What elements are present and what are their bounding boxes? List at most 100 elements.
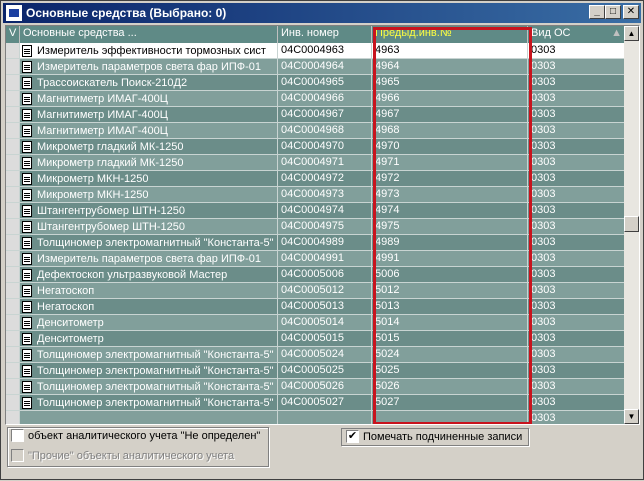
cell-inv[interactable]: 04C0004975 — [278, 219, 372, 235]
cell-vid[interactable]: 0303 — [528, 363, 626, 379]
table-row[interactable]: Микрометр гладкий МК-1250 04C0004970 4970 0… — [6, 139, 626, 155]
cell-vid[interactable]: 0303 — [528, 379, 626, 395]
row-select-cell[interactable] — [6, 267, 20, 283]
cell-prev-inv[interactable]: 4972 — [372, 171, 528, 187]
cell-vid[interactable]: 0303 — [528, 187, 626, 203]
row-select-cell[interactable] — [6, 171, 20, 187]
table-row[interactable]: Дефектоскоп ультразвуковой Мастер 04C0005… — [6, 267, 626, 283]
table-row[interactable]: Толщиномер электромагнитный "Константа-5… — [6, 379, 626, 395]
cell-name[interactable] — [20, 411, 278, 424]
vertical-scrollbar[interactable]: ▲ ▼ — [624, 26, 639, 424]
cell-prev-inv[interactable]: 5006 — [372, 267, 528, 283]
undefined-object-checkbox[interactable]: объект аналитического учета "Не определе… — [11, 429, 260, 442]
cell-prev-inv[interactable]: 4964 — [372, 59, 528, 75]
row-select-cell[interactable] — [6, 235, 20, 251]
cell-inv[interactable]: 04C0004991 — [278, 251, 372, 267]
table-row[interactable]: Штангентрубомер ШТН-1250 04C0004974 4974 03… — [6, 203, 626, 219]
cell-prev-inv[interactable]: 4966 — [372, 91, 528, 107]
column-header-name[interactable]: Основные средства ... — [20, 26, 278, 43]
scroll-down-button[interactable]: ▼ — [624, 409, 639, 424]
table-row[interactable]: Магнитиметр ИМАГ-400Ц 04C0004968 4968 0303 — [6, 123, 626, 139]
cell-name[interactable]: Магнитиметр ИМАГ-400Ц — [20, 123, 278, 139]
cell-inv[interactable]: 04C0004972 — [278, 171, 372, 187]
table-row[interactable]: Трассоискатель Поиск-210Д2 04C0004965 4965… — [6, 75, 626, 91]
checkbox-box[interactable] — [11, 429, 24, 442]
cell-vid[interactable]: 0303 — [528, 155, 626, 171]
table-row[interactable]: Толщиномер электромагнитный "Константа-5… — [6, 363, 626, 379]
row-select-cell[interactable] — [6, 75, 20, 91]
scroll-thumb[interactable] — [624, 216, 639, 232]
column-header-vid[interactable]: Вид ОС ▲ — [528, 26, 626, 43]
cell-name[interactable]: Микрометр гладкий МК-1250 — [20, 139, 278, 155]
cell-prev-inv[interactable]: 5024 — [372, 347, 528, 363]
close-button[interactable]: ✕ — [623, 5, 639, 19]
cell-prev-inv[interactable]: 4963 — [372, 43, 528, 59]
cell-inv[interactable]: 04C0004965 — [278, 75, 372, 91]
row-select-cell[interactable] — [6, 59, 20, 75]
cell-inv[interactable]: 04C0005024 — [278, 347, 372, 363]
cell-inv[interactable]: 04C0004966 — [278, 91, 372, 107]
maximize-button[interactable]: □ — [605, 5, 621, 19]
cell-name[interactable]: Микрометр гладкий МК-1250 — [20, 155, 278, 171]
cell-prev-inv[interactable]: 4968 — [372, 123, 528, 139]
cell-name[interactable]: Дефектоскоп ультразвуковой Мастер — [20, 267, 278, 283]
cell-vid[interactable]: 0303 — [528, 43, 626, 59]
row-select-cell[interactable] — [6, 139, 20, 155]
table-row[interactable]: Денситометр 04C0005015 5015 0303 — [6, 331, 626, 347]
cell-vid[interactable]: 0303 — [528, 235, 626, 251]
cell-name[interactable]: Магнитиметр ИМАГ-400Ц — [20, 107, 278, 123]
cell-inv[interactable]: 04C0005015 — [278, 331, 372, 347]
column-header-v[interactable]: V — [6, 26, 20, 43]
table-row[interactable]: Толщиномер электромагнитный "Константа-5… — [6, 235, 626, 251]
cell-inv[interactable]: 04C0004968 — [278, 123, 372, 139]
cell-inv[interactable]: 04C0005026 — [278, 379, 372, 395]
cell-prev-inv[interactable]: 5025 — [372, 363, 528, 379]
assets-grid[interactable]: V Основные средства ... Инв. номер Преды… — [5, 25, 640, 425]
cell-prev-inv[interactable]: 5013 — [372, 299, 528, 315]
row-select-cell[interactable] — [6, 43, 20, 59]
cell-name[interactable]: Денситометр — [20, 331, 278, 347]
cell-vid[interactable]: 0303 — [528, 395, 626, 411]
table-row[interactable]: Толщиномер электромагнитный "Константа-5… — [6, 395, 626, 411]
cell-name[interactable]: Толщиномер электромагнитный "Константа-5… — [20, 395, 278, 411]
cell-vid[interactable]: 0303 — [528, 267, 626, 283]
row-select-cell[interactable] — [6, 315, 20, 331]
row-select-cell[interactable] — [6, 123, 20, 139]
table-row[interactable]: Магнитиметр ИМАГ-400Ц 04C0004967 4967 0303 — [6, 107, 626, 123]
cell-vid[interactable]: 0303 — [528, 203, 626, 219]
minimize-button[interactable]: _ — [589, 5, 605, 19]
cell-inv[interactable] — [278, 411, 372, 424]
cell-name[interactable]: Негатоскоп — [20, 299, 278, 315]
table-row[interactable]: Микрометр МКН-1250 04C0004973 4973 0303 — [6, 187, 626, 203]
cell-vid[interactable]: 0303 — [528, 411, 626, 424]
cell-name[interactable]: Магнитиметр ИМАГ-400Ц — [20, 91, 278, 107]
cell-name[interactable]: Измеритель эффективности тормозных сист — [20, 43, 278, 59]
row-select-cell[interactable] — [6, 347, 20, 363]
row-select-cell[interactable] — [6, 395, 20, 411]
cell-prev-inv[interactable] — [372, 411, 528, 424]
cell-prev-inv[interactable]: 4970 — [372, 139, 528, 155]
cell-vid[interactable]: 0303 — [528, 59, 626, 75]
cell-vid[interactable]: 0303 — [528, 331, 626, 347]
row-select-cell[interactable] — [6, 283, 20, 299]
cell-prev-inv[interactable]: 5026 — [372, 379, 528, 395]
column-header-prev-inv[interactable]: Предыд.инв.№ — [372, 26, 528, 43]
table-row[interactable]: Измеритель параметров света фар ИПФ-01 04… — [6, 251, 626, 267]
table-row[interactable]: Негатоскоп 04C0005012 5012 0303 — [6, 283, 626, 299]
cell-inv[interactable]: 04C0005013 — [278, 299, 372, 315]
checkmark-icon[interactable]: ✔ — [346, 430, 359, 443]
cell-prev-inv[interactable]: 4971 — [372, 155, 528, 171]
cell-inv[interactable]: 04C0005025 — [278, 363, 372, 379]
row-select-cell[interactable] — [6, 299, 20, 315]
cell-prev-inv[interactable]: 5012 — [372, 283, 528, 299]
table-row[interactable]: Толщиномер электромагнитный "Константа-5… — [6, 347, 626, 363]
cell-vid[interactable]: 0303 — [528, 171, 626, 187]
scroll-up-button[interactable]: ▲ — [624, 26, 639, 41]
table-row[interactable]: 0303 — [6, 411, 626, 424]
cell-vid[interactable]: 0303 — [528, 347, 626, 363]
cell-inv[interactable]: 04C0004964 — [278, 59, 372, 75]
cell-vid[interactable]: 0303 — [528, 283, 626, 299]
cell-inv[interactable]: 04C0004967 — [278, 107, 372, 123]
table-row[interactable]: Измеритель параметров света фар ИПФ-01 04… — [6, 59, 626, 75]
cell-prev-inv[interactable]: 4973 — [372, 187, 528, 203]
